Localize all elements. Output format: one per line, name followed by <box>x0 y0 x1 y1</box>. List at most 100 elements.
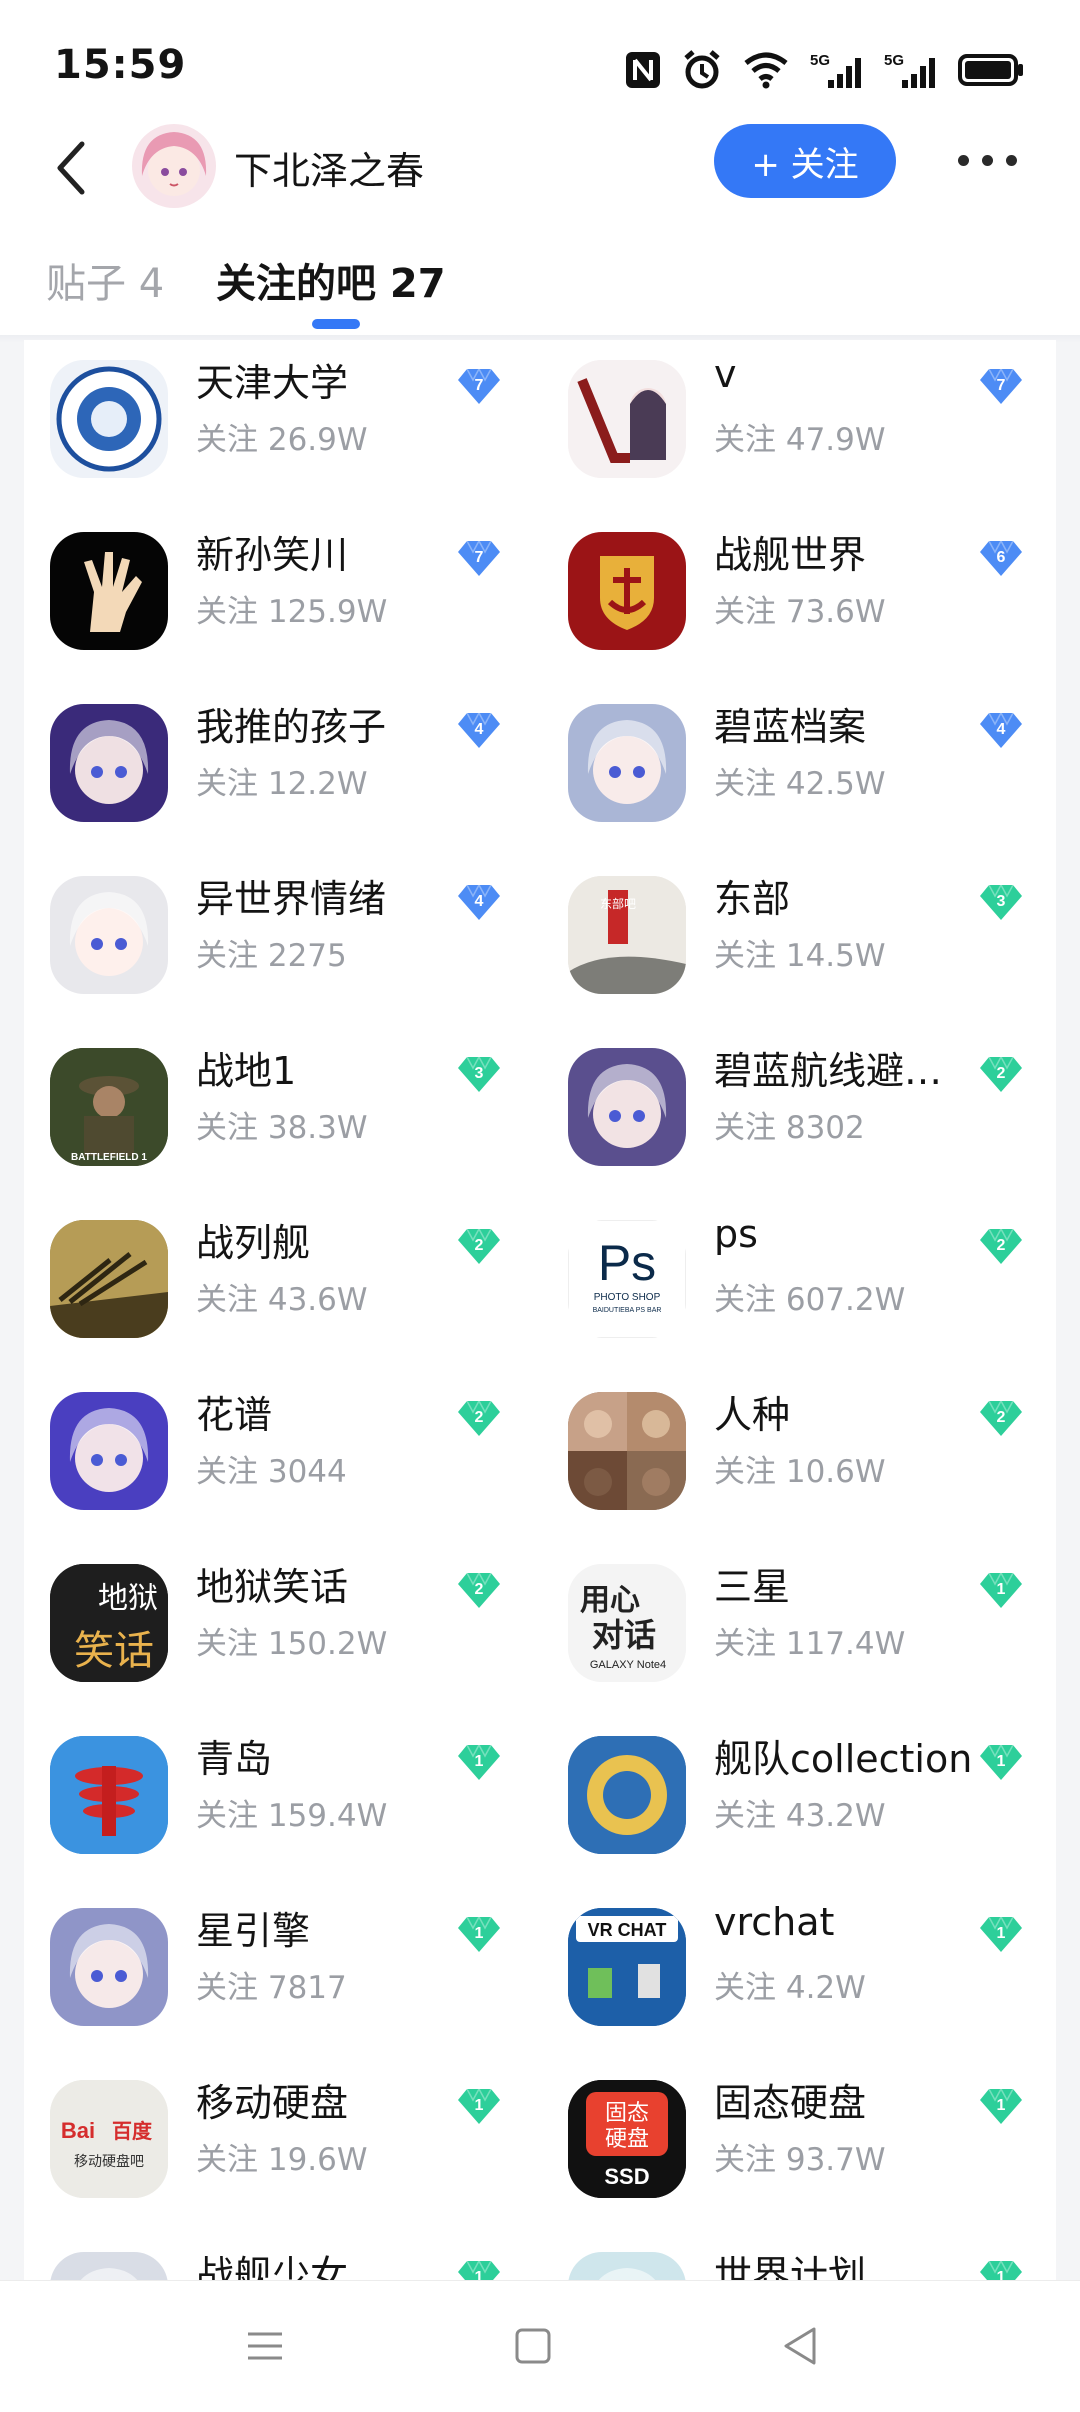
bar-followers: 关注 93.7W <box>714 2142 886 2178</box>
bar-followers: 关注 42.5W <box>714 766 886 802</box>
svg-text:BAIDUTIEBA PS BAR: BAIDUTIEBA PS BAR <box>593 1307 662 1314</box>
bar-list-item[interactable]: 舰队collection 关注 43.2W 1 <box>24 1736 1022 1910</box>
tab-indicator <box>312 319 360 329</box>
bar-name: 三星 <box>714 1565 791 1609</box>
username: 下北泽之春 <box>234 149 425 193</box>
bar-name: 人种 <box>714 1393 791 1437</box>
bar-list-item[interactable]: 战舰世界关注 73.6W 6 <box>24 532 1022 706</box>
level-number: 1 <box>997 1581 1006 1598</box>
bar-name: 舰队collection <box>714 1737 973 1781</box>
level-badge-icon: 7 <box>978 366 1024 406</box>
level-number: 2 <box>997 1065 1006 1082</box>
kancolle-icon <box>568 1736 686 1854</box>
tab-followed-bars[interactable]: 关注的吧 27 <box>216 251 446 309</box>
profile-tabs: 贴子 4 关注的吧 27 <box>0 245 1080 335</box>
avatar[interactable] <box>132 124 216 208</box>
bar-followers: 关注 14.5W <box>714 938 886 974</box>
bar-list-item[interactable]: 固态 硬盘 SSD 固态硬盘关注 93.7W 1 <box>24 2080 1022 2254</box>
wifi-icon <box>744 52 788 89</box>
bar-followers: 关注 8302 <box>714 1110 865 1146</box>
svg-text:5G: 5G <box>884 52 904 69</box>
svg-text:PHOTO SHOP: PHOTO SHOP <box>594 1292 661 1303</box>
bar-followers: 关注 47.9W <box>714 422 886 458</box>
photoshop-icon: Ps PHOTO SHOP BAIDUTIEBA PS BAR <box>568 1220 686 1338</box>
level-number: 6 <box>997 549 1006 566</box>
level-badge-icon: 4 <box>978 710 1024 750</box>
level-badge-icon: 1 <box>978 1742 1024 1782</box>
svg-text:对话: 对话 <box>592 1616 656 1654</box>
bar-followers: 关注 73.6W <box>714 594 886 630</box>
bar-list-item[interactable]: 碧蓝航线避… 关注 8302 2 <box>24 1048 1022 1222</box>
level-badge-icon: 2 <box>978 1226 1024 1266</box>
level-badge-icon: 3 <box>978 882 1024 922</box>
more-options-icon[interactable] <box>958 150 1018 170</box>
svg-text:SSD: SSD <box>604 2164 649 2189</box>
level-number: 1 <box>997 2269 1006 2280</box>
bar-list-item[interactable]: Ps PHOTO SHOP BAIDUTIEBA PS BAR ps 关注 607.2W… <box>24 1212 1022 1394</box>
bar-followers: 关注 117.4W <box>714 1626 906 1662</box>
signal-5g-icon: 5G <box>810 52 861 88</box>
nfc-icon <box>626 52 660 88</box>
back-arrow-icon[interactable] <box>52 138 92 198</box>
svg-text:用心: 用心 <box>580 1583 640 1618</box>
alarm-icon <box>684 50 720 89</box>
bar-name: 碧蓝航线避… <box>714 1049 943 1093</box>
bar-name: 东部 <box>714 877 791 921</box>
bar-name: v <box>714 352 737 396</box>
anchor-shield-icon <box>568 532 686 650</box>
level-badge-icon: 1 <box>978 1570 1024 1610</box>
bar-name: 战舰世界 <box>714 533 867 577</box>
bar-list-item[interactable]: 人种关注 10.6W 2 <box>24 1392 1022 1566</box>
vrchat-icon: VR CHAT <box>568 1908 686 2026</box>
battery-icon <box>958 54 1023 86</box>
bar-list-item[interactable]: 东部吧 东部关注 14.5W 3 <box>24 876 1022 1050</box>
ssd-icon: 固态 硬盘 SSD <box>568 2080 686 2198</box>
level-number: 7 <box>997 377 1006 394</box>
anime-v-icon <box>568 360 686 478</box>
svg-text:固态: 固态 <box>605 2101 649 2126</box>
back-triangle-icon[interactable] <box>776 2321 826 2371</box>
follow-button[interactable]: + 关注 <box>714 124 896 198</box>
bar-name: 碧蓝档案 <box>714 705 867 749</box>
bar-followers: 关注 607.2W <box>714 1282 906 1318</box>
bar-followers: 关注 10.6W <box>714 1454 886 1490</box>
level-badge-icon: 2 <box>978 1054 1024 1094</box>
svg-text:东部吧: 东部吧 <box>600 896 636 911</box>
bar-list-item[interactable]: 用心 对话 GALAXY Note4 三星关注 117.4W 1 <box>24 1564 1022 1738</box>
status-icons: 5G 5G <box>624 40 1024 100</box>
tab-posts[interactable]: 贴子 4 <box>46 251 164 309</box>
level-number: 1 <box>997 1925 1006 1942</box>
level-badge-icon: 1 <box>978 2258 1024 2280</box>
signal-5g-icon-2: 5G <box>884 52 935 88</box>
level-number: 4 <box>997 721 1006 738</box>
menu-icon[interactable] <box>240 2321 290 2371</box>
bar-name: 世界计划 <box>714 2253 867 2280</box>
bar-list-item[interactable]: VR CHAT vrchat 关注 4.2W 1 <box>24 1900 1022 2082</box>
level-number: 1 <box>997 1753 1006 1770</box>
level-badge-icon: 1 <box>978 1914 1024 1954</box>
anime-girl-icon <box>568 1048 686 1166</box>
svg-text:5G: 5G <box>810 52 830 69</box>
level-number: 2 <box>997 1237 1006 1254</box>
level-number: 2 <box>997 1409 1006 1426</box>
level-number: 3 <box>997 893 1006 910</box>
bar-list-item[interactable]: 碧蓝档案关注 42.5W 4 <box>24 704 1022 878</box>
ps-logo-text: Ps <box>598 1235 656 1291</box>
system-nav-bar <box>0 2280 1080 2412</box>
bar-followers: 关注 4.2W <box>714 1970 866 2006</box>
level-badge-icon: 1 <box>978 2086 1024 2126</box>
svg-text:硬盘: 硬盘 <box>605 2127 649 2152</box>
bar-name: 固态硬盘 <box>714 2081 867 2125</box>
bar-name: ps <box>714 1212 758 1256</box>
level-badge-icon: 6 <box>978 538 1024 578</box>
bar-name: vrchat <box>714 1900 835 1944</box>
home-icon[interactable] <box>508 2321 558 2371</box>
bar-followers: 关注 43.2W <box>714 1798 886 1834</box>
galaxy-note-icon: 用心 对话 GALAXY Note4 <box>568 1564 686 1682</box>
anime-girl-icon <box>568 2252 686 2280</box>
bar-list-item[interactable]: v 关注 47.9W 7 <box>24 352 1022 534</box>
bar-list-item[interactable]: 世界计划 1 <box>24 2252 1022 2280</box>
anime-girl-icon <box>568 704 686 822</box>
ink-painting-icon: 东部吧 <box>568 876 686 994</box>
level-number: 1 <box>997 2097 1006 2114</box>
